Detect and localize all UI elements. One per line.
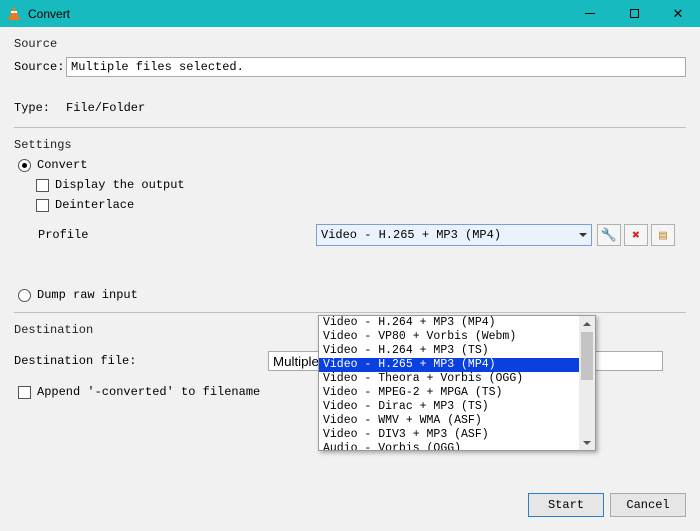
scrollbar[interactable] <box>579 316 595 450</box>
profile-option[interactable]: Video - H.265 + MP3 (MP4) <box>319 358 595 372</box>
profile-label: Profile <box>38 228 316 242</box>
profile-option[interactable]: Audio - Vorbis (OGG) <box>319 442 595 450</box>
profile-combobox[interactable]: Video - H.265 + MP3 (MP4) <box>316 224 592 246</box>
source-label: Source: <box>14 60 66 74</box>
maximize-button[interactable] <box>612 0 656 27</box>
radio-icon <box>18 159 31 172</box>
profile-selected-text: Video - H.265 + MP3 (MP4) <box>321 228 501 242</box>
radio-icon <box>18 289 31 302</box>
profile-option[interactable]: Video - Theora + Vorbis (OGG) <box>319 372 595 386</box>
chevron-down-icon <box>574 225 591 245</box>
close-button[interactable]: ✕ <box>656 0 700 27</box>
minimize-button[interactable] <box>568 0 612 27</box>
convert-label: Convert <box>37 158 87 172</box>
edit-profile-button[interactable]: 🔧 <box>597 224 621 246</box>
type-label: Type: <box>14 101 66 115</box>
settings-heading: Settings <box>14 138 686 152</box>
display-output-label: Display the output <box>55 178 185 192</box>
profile-option[interactable]: Video - H.264 + MP3 (MP4) <box>319 316 595 330</box>
titlebar[interactable]: Convert ✕ <box>0 0 700 27</box>
separator <box>14 127 686 128</box>
scroll-thumb[interactable] <box>581 332 593 380</box>
dump-raw-radio[interactable]: Dump raw input <box>18 288 686 302</box>
profile-option[interactable]: Video - MPEG-2 + MPGA (TS) <box>319 386 595 400</box>
source-input[interactable] <box>66 57 686 77</box>
checkbox-icon <box>36 199 49 212</box>
new-profile-button[interactable]: ▤ <box>651 224 675 246</box>
profile-option[interactable]: Video - H.264 + MP3 (TS) <box>319 344 595 358</box>
profile-dropdown[interactable]: Video - H.264 + MP3 (MP4)Video - VP80 + … <box>318 315 596 451</box>
checkbox-icon <box>36 179 49 192</box>
convert-radio[interactable]: Convert <box>18 158 686 172</box>
type-value: File/Folder <box>66 101 145 115</box>
scroll-down-icon[interactable] <box>579 435 595 450</box>
dump-raw-label: Dump raw input <box>37 288 138 302</box>
wrench-icon: 🔧 <box>601 228 617 243</box>
display-output-checkbox[interactable]: Display the output <box>36 178 686 192</box>
scroll-up-icon[interactable] <box>579 316 595 331</box>
profile-option[interactable]: Video - Dirac + MP3 (TS) <box>319 400 595 414</box>
destination-file-label: Destination file: <box>14 354 268 368</box>
deinterlace-label: Deinterlace <box>55 198 134 212</box>
source-heading: Source <box>14 37 686 51</box>
deinterlace-checkbox[interactable]: Deinterlace <box>36 198 686 212</box>
append-converted-label: Append '-converted' to filename <box>37 385 260 399</box>
start-button[interactable]: Start <box>528 493 604 517</box>
window-title: Convert <box>28 7 70 21</box>
separator <box>14 312 686 313</box>
cancel-button[interactable]: Cancel <box>610 493 686 517</box>
profile-option[interactable]: Video - WMV + WMA (ASF) <box>319 414 595 428</box>
delete-icon: ✖ <box>632 228 640 243</box>
new-icon: ▤ <box>659 228 667 243</box>
profile-option[interactable]: Video - DIV3 + MP3 (ASF) <box>319 428 595 442</box>
vlc-icon <box>6 6 22 22</box>
delete-profile-button[interactable]: ✖ <box>624 224 648 246</box>
checkbox-icon <box>18 386 31 399</box>
profile-option[interactable]: Video - VP80 + Vorbis (Webm) <box>319 330 595 344</box>
